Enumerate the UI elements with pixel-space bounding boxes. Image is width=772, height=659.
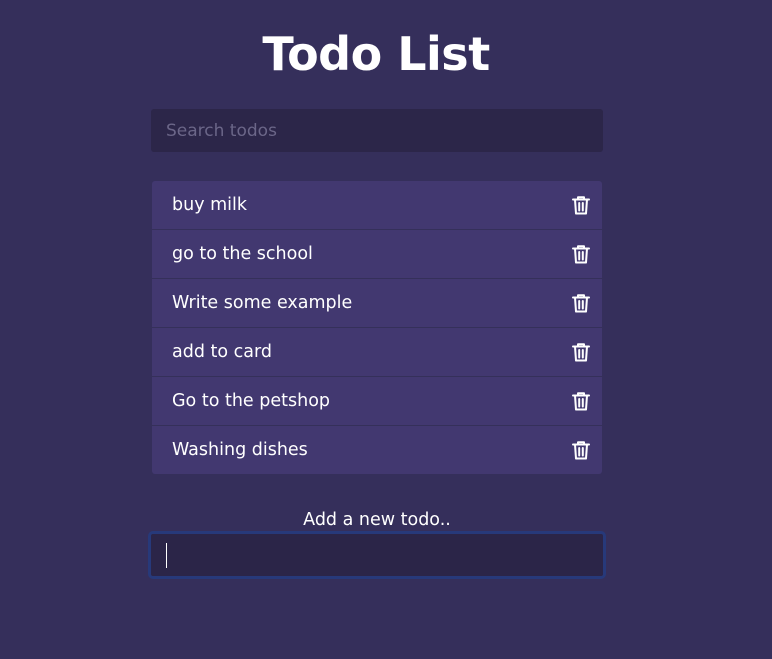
todo-item: Write some example: [152, 279, 602, 328]
todo-text: buy milk: [172, 195, 248, 215]
todo-text: Go to the petshop: [172, 391, 331, 411]
trash-icon[interactable]: [570, 292, 592, 314]
todo-item: go to the school: [152, 230, 602, 279]
todo-item: add to card: [152, 328, 602, 377]
trash-icon[interactable]: [570, 341, 592, 363]
todo-item: Washing dishes: [152, 426, 602, 474]
todo-text: Washing dishes: [172, 440, 308, 460]
text-cursor: [166, 543, 167, 568]
trash-icon[interactable]: [570, 243, 592, 265]
search-input[interactable]: [151, 109, 603, 152]
todo-text: Write some example: [172, 293, 353, 313]
trash-icon[interactable]: [570, 390, 592, 412]
trash-icon[interactable]: [570, 439, 592, 461]
todo-text: go to the school: [172, 244, 313, 264]
todo-list: buy milk go to the school Write some exa…: [152, 181, 602, 474]
todo-text: add to card: [172, 342, 272, 362]
add-todo-input[interactable]: [148, 531, 606, 579]
add-todo-label: Add a new todo..: [303, 510, 451, 530]
todo-item: buy milk: [152, 181, 602, 230]
todo-item: Go to the petshop: [152, 377, 602, 426]
trash-icon[interactable]: [570, 194, 592, 216]
page-title: Todo List: [262, 27, 490, 81]
